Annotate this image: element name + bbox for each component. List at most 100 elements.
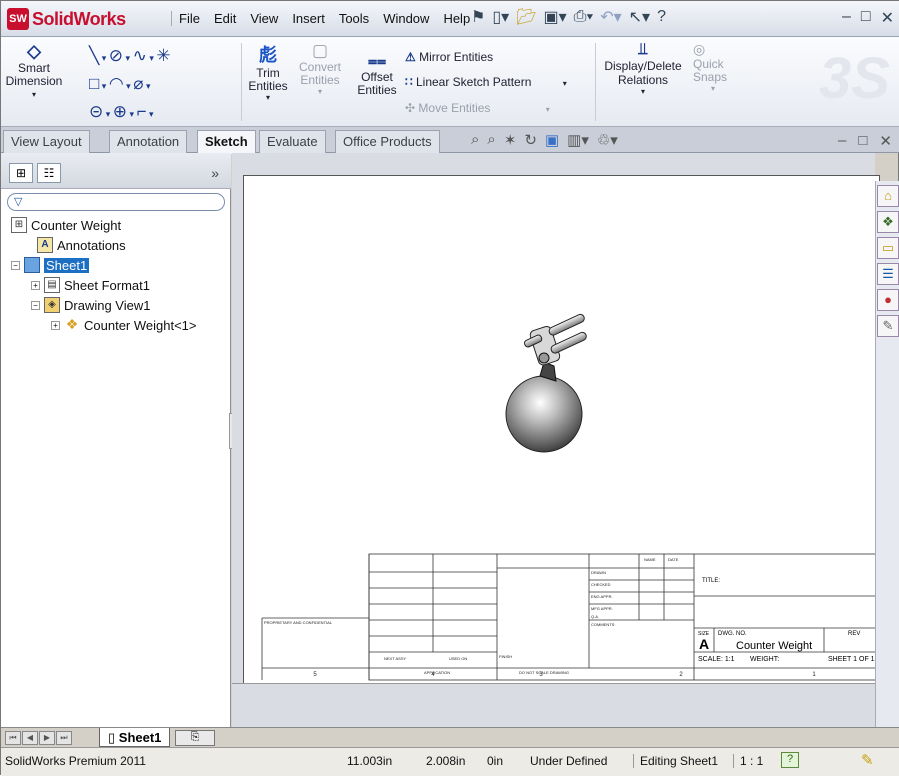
status-sketch-state: Under Defined: [530, 754, 608, 768]
tab-annotation[interactable]: Annotation: [109, 130, 188, 153]
ds-watermark-icon: 3S: [819, 46, 890, 111]
tree-item-sheet1[interactable]: − Sheet1: [11, 257, 90, 273]
display-style-icon[interactable]: ▣: [545, 131, 559, 149]
tree-filter-input[interactable]: ▽: [7, 193, 225, 211]
convert-entities-button[interactable]: ▢ Convert Entities ▾: [293, 41, 347, 96]
undo-icon[interactable]: ↶▾: [600, 7, 621, 27]
appearances-icon[interactable]: ●: [877, 289, 899, 311]
minimize-icon[interactable]: –: [842, 8, 851, 28]
open-folder-icon[interactable]: 📂︎: [516, 7, 536, 27]
doc-minimize-icon[interactable]: –: [838, 132, 846, 150]
print-icon[interactable]: ⎙▾: [574, 8, 594, 26]
doc-restore-icon[interactable]: □: [858, 132, 867, 150]
menu-insert[interactable]: Insert: [285, 11, 332, 26]
zoom-to-fit-icon[interactable]: ⌕: [471, 131, 479, 149]
design-library-icon[interactable]: ❖: [877, 211, 899, 233]
tab-evaluate[interactable]: Evaluate: [259, 130, 326, 153]
ellipse-icon[interactable]: ⌀: [133, 74, 143, 93]
expand-panel-icon[interactable]: »: [211, 165, 219, 181]
doc-close-icon[interactable]: ✕: [879, 132, 892, 150]
pushpin-icon[interactable]: ⚑: [471, 7, 485, 27]
mirror-entities-button[interactable]: ⚠︎ Mirror Entities: [405, 45, 567, 70]
linear-pattern-button[interactable]: ∷ Linear Sketch Pattern ▾: [405, 70, 567, 96]
solidworks-logo[interactable]: SW SolidWorks: [7, 7, 126, 31]
chevron-down-icon[interactable]: ▾: [693, 84, 733, 93]
status-y-coordinate: 2.008in: [426, 754, 466, 768]
expand-icon[interactable]: +: [51, 320, 60, 330]
offset-entities-button[interactable]: ⩵ Offset Entities: [353, 53, 401, 97]
sheet-tab-sheet1[interactable]: ▯ Sheet1: [99, 728, 171, 747]
zoom-area-icon[interactable]: ⌕: [487, 131, 495, 149]
point-icon[interactable]: ✳: [156, 46, 170, 65]
tab-view-layout[interactable]: View Layout: [3, 130, 90, 153]
first-sheet-icon[interactable]: ⏮: [5, 731, 21, 745]
circle-icon[interactable]: ⊘: [109, 46, 123, 65]
chevron-down-icon[interactable]: ▾: [293, 87, 347, 96]
help-icon[interactable]: ?: [657, 8, 666, 26]
previous-view-icon[interactable]: ✶: [504, 131, 517, 149]
solidworks-resources-icon[interactable]: ⌂: [877, 185, 899, 207]
slot-icon[interactable]: ⊝: [89, 102, 103, 121]
tab-office-products[interactable]: Office Products: [335, 130, 440, 153]
close-icon[interactable]: ✕: [881, 8, 894, 28]
smart-dimension-label: Smart Dimension: [5, 61, 63, 88]
line-icon[interactable]: ╲: [89, 46, 99, 65]
polygon-icon[interactable]: ⊕: [113, 102, 127, 121]
menu-view[interactable]: View: [243, 11, 285, 26]
tb-qa: Q.A.: [591, 614, 600, 619]
tb-eng-appr: ENG APPR.: [591, 594, 613, 599]
tree-item-sheet-format[interactable]: + ▤ Sheet Format1: [31, 277, 150, 293]
menu-file[interactable]: File: [171, 11, 207, 26]
hide-show-icon[interactable]: ▥▾: [567, 131, 589, 149]
expand-icon[interactable]: +: [31, 280, 40, 290]
fillet-icon[interactable]: ⌐: [137, 102, 147, 121]
menu-edit[interactable]: Edit: [207, 11, 243, 26]
trim-entities-button[interactable]: 彪 Trim Entities ▾: [245, 41, 291, 102]
rectangle-icon[interactable]: □: [89, 74, 99, 93]
next-sheet-icon[interactable]: ▶: [39, 731, 55, 745]
collapse-icon[interactable]: −: [11, 260, 20, 270]
feature-manager-tab-icon[interactable]: ⊞: [9, 163, 33, 183]
rotate-view-icon[interactable]: ↻: [524, 131, 537, 149]
horizontal-scroll-region[interactable]: [232, 683, 875, 711]
spline-icon[interactable]: ∿: [133, 46, 147, 65]
move-entities-button[interactable]: ✣ Move Entities ▾: [405, 96, 567, 122]
smart-dimension-button[interactable]: ◇ Smart Dimension ▾: [5, 41, 63, 99]
chevron-down-icon[interactable]: ▾: [601, 87, 685, 96]
tree-item-drawing-view[interactable]: − ◈ Drawing View1: [31, 297, 150, 313]
tree-root-drawing[interactable]: ⊞ Counter Weight: [11, 217, 121, 233]
status-scale[interactable]: 1 : 1: [733, 754, 763, 768]
tree-item-annotations[interactable]: A Annotations: [37, 237, 126, 253]
select-arrow-icon[interactable]: ↖▾: [629, 7, 650, 27]
command-manager: 3S ◇ Smart Dimension ▾ ╲ ▾ ⊘ ▾ ∿ ▾ ✳ □ ▾…: [1, 37, 899, 127]
custom-properties-icon[interactable]: ✎: [877, 315, 899, 337]
last-sheet-icon[interactable]: ⏭: [56, 731, 72, 745]
arc-icon[interactable]: ◠: [109, 74, 124, 93]
new-document-icon[interactable]: ▯▾: [492, 7, 509, 27]
quick-tips-icon[interactable]: ?: [781, 752, 799, 768]
view-palette-icon[interactable]: ☰: [877, 263, 899, 285]
rebuild-icon[interactable]: ✎: [861, 751, 874, 769]
sw-badge-icon: SW: [7, 8, 29, 30]
save-icon[interactable]: ▣▾: [544, 7, 567, 27]
view-settings-icon[interactable]: ♲▾: [597, 131, 618, 149]
file-explorer-icon[interactable]: ▭: [877, 237, 899, 259]
restore-icon[interactable]: □: [861, 8, 871, 28]
quick-snaps-button[interactable]: ◎ Quick Snaps ▾: [693, 41, 733, 93]
property-manager-tab-icon[interactable]: ☷: [37, 163, 61, 183]
tab-sketch[interactable]: Sketch: [197, 130, 256, 154]
drawing-document-icon: ⊞: [11, 217, 27, 233]
sheet-tab-bar: ⏮ ◀ ▶ ⏭ ▯ Sheet1 ⎘: [1, 727, 899, 747]
tree-item-part[interactable]: + ❖ Counter Weight<1>: [51, 317, 197, 333]
command-tabs: View Layout Annotation Sketch Evaluate O…: [1, 127, 899, 154]
drawing-sheet[interactable]: 5 4 3 2 1 NAME DATE DRAWN CHECKED ENG AP…: [243, 175, 881, 685]
chevron-down-icon[interactable]: ▾: [5, 90, 63, 99]
add-sheet-tab-icon[interactable]: ⎘: [175, 730, 215, 746]
display-delete-relations-button[interactable]: ⫫ Display/Delete Relations ▾: [601, 41, 685, 96]
chevron-down-icon[interactable]: ▾: [245, 93, 291, 102]
prev-sheet-icon[interactable]: ◀: [22, 731, 38, 745]
menu-tools[interactable]: Tools: [332, 11, 376, 26]
collapse-icon[interactable]: −: [31, 300, 40, 310]
ribbon-separator: [595, 43, 596, 121]
menu-window[interactable]: Window: [376, 11, 436, 26]
